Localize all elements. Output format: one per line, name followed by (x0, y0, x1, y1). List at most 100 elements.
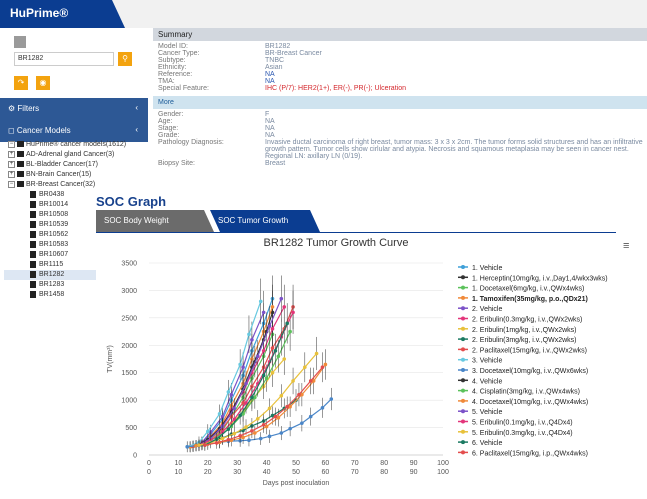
summary-row: Biopsy Site: Breast (153, 160, 647, 167)
tree-item-group[interactable]: + BL-Bladder Cancer(17) (4, 160, 148, 170)
collapse-icon[interactable]: − (8, 180, 15, 188)
data-point (279, 431, 284, 435)
legend-item[interactable]: 2. Eribulin(0.3mg/kg, i.v.,QWx2wks) (472, 317, 582, 324)
summary-row: Pathology Diagnosis: Invasive ductal carc… (153, 139, 647, 160)
tree-item-label: BR1283 (39, 281, 65, 288)
x-tick-label: 20 (204, 469, 212, 476)
sliders-icon: ⚙ (8, 104, 16, 113)
export-button[interactable]: ↷ (14, 76, 28, 90)
legend-item[interactable]: 2. Eribulin(3mg/kg, i.v.,QWx2wks) (472, 337, 577, 344)
field-value: TNBC (265, 57, 285, 64)
legend-item[interactable]: 1. Vehicle (472, 265, 502, 272)
tree-item-group[interactable]: + AD-Adrenal gland Cancer(3) (4, 150, 148, 160)
expand-icon[interactable]: + (8, 150, 15, 158)
legend-marker (461, 450, 465, 455)
legend-marker (461, 295, 465, 300)
tab-tumor-growth[interactable]: SOC Tumor Growth (210, 210, 320, 232)
legend-marker (461, 285, 465, 290)
data-point (258, 436, 263, 441)
tumor-growth-chart: BR1282 Tumor Growth Curve ≡ 0 500 1000 1500 20… (96, 233, 647, 497)
legend-marker (461, 326, 465, 331)
cancer-models-panel-toggle[interactable]: ◻ Cancer Models ‹ (0, 120, 148, 142)
field-value: NA (265, 71, 275, 78)
data-point (282, 357, 287, 361)
tree-item-group[interactable]: + BN-Brain Cancer(15) (4, 170, 148, 180)
field-label: Cancer Type: (158, 50, 200, 57)
y-tick-label: 1000 (121, 398, 137, 405)
legend-item[interactable]: 5. Eribulin(0.3mg/kg, i.v.,Q4Dx4) (472, 430, 573, 437)
x-tick-label: 80 (380, 469, 388, 476)
legend-item[interactable]: 6. Paclitaxel(15mg/kg, i.p.,QWx4wks) (472, 450, 588, 457)
tree-item-group[interactable]: − BR-Breast Cancer(32) (4, 180, 148, 190)
expand-icon[interactable]: + (8, 160, 15, 168)
legend-item[interactable]: 2. Paclitaxel(15mg/kg, i.v.,QWx2wks) (472, 347, 587, 354)
brand-logo[interactable]: HuPrime® (0, 0, 108, 28)
legend-item[interactable]: 1. Herceptin(10mg/kg, i.v.,Day1,4/wkx3wk… (472, 275, 608, 282)
legend-item[interactable]: 1. Docetaxel(6mg/kg, i.v.,QWx4wks) (472, 286, 584, 293)
data-point (261, 423, 266, 427)
data-point (226, 437, 231, 442)
reset-button[interactable]: ◉ (36, 76, 50, 90)
data-point (261, 310, 266, 315)
summary-row: TMA: NA (153, 78, 647, 85)
x-tick-label: 30 (233, 460, 241, 467)
legend-item[interactable]: 2. Vehicle (472, 306, 502, 313)
legend-item[interactable]: 4. Vehicle (472, 378, 502, 385)
summary-row: Age: NA (153, 118, 647, 125)
filters-panel-toggle[interactable]: ⚙ Filters ‹ (0, 98, 148, 120)
summary-row: Subtype: TNBC (153, 57, 647, 64)
search-button[interactable]: ⚲ (118, 52, 132, 66)
collapse-icon[interactable]: − (8, 140, 15, 148)
model-search-input[interactable]: BR1282 (14, 52, 114, 66)
data-point (217, 412, 222, 416)
data-point (270, 305, 275, 309)
file-icon (30, 200, 36, 208)
tree-item-group[interactable]: − HuPrime® cancer models(1612) (4, 140, 148, 150)
legend-item[interactable]: 4. Docetaxel(10mg/kg, i.v.,QWx4wks) (472, 399, 588, 406)
y-tick-label: 3500 (121, 261, 137, 268)
y-tick-label: 500 (125, 425, 137, 432)
legend-marker (461, 398, 465, 403)
field-label: TMA: (158, 78, 175, 85)
data-point (320, 365, 325, 370)
data-point (291, 379, 295, 383)
legend-item[interactable]: 3. Docetaxel(10mg/kg, i.v.,QWx6wks) (472, 368, 588, 375)
legend-item[interactable]: 2. Eribulin(1mg/kg, i.v.,QWx2wks) (472, 327, 577, 334)
file-icon (30, 190, 36, 198)
field-label: Biopsy Site: (158, 160, 195, 167)
more-header[interactable]: More (153, 96, 647, 109)
data-point (285, 321, 289, 326)
data-point (288, 426, 292, 431)
legend-marker (461, 357, 465, 362)
folder-icon (17, 171, 24, 178)
x-tick-label: 70 (351, 469, 359, 476)
legend-item[interactable]: 4. Cisplatin(3mg/kg, i.v.,QWx4wks) (472, 389, 580, 396)
summary-row: Model ID: BR1282 (153, 43, 647, 50)
x-axis-label: Days post inoculation (263, 480, 330, 487)
legend-marker (461, 316, 465, 321)
data-point (279, 296, 284, 301)
legend-item[interactable]: 5. Vehicle (472, 409, 502, 416)
legend-item[interactable]: 1. Tamoxifen(35mg/kg, p.o.,QDx21) (472, 296, 588, 303)
legend-item[interactable]: 6. Vehicle (472, 440, 502, 447)
y-axis-label: TV(mm³) (107, 345, 114, 373)
expand-icon[interactable]: + (8, 170, 15, 178)
legend-marker (461, 368, 465, 372)
field-label: Grade: (158, 132, 180, 139)
field-label: Age: (158, 118, 173, 125)
legend-marker (461, 347, 465, 352)
soc-graph-title: SOC Graph (96, 194, 167, 209)
data-point (308, 414, 313, 419)
data-point (273, 414, 278, 419)
folder-icon (17, 181, 24, 188)
folder-icon (17, 151, 24, 158)
tree-item-label: BR10607 (39, 251, 69, 258)
legend-item[interactable]: 5. Eribulin(0.1mg/kg, i.v.,Q4Dx4) (472, 420, 573, 427)
summary-row: Stage: NA (153, 125, 647, 132)
tree-item-label: BR10583 (39, 241, 69, 248)
legend-item[interactable]: 3. Vehicle (472, 358, 502, 365)
data-point (267, 406, 272, 411)
file-icon (30, 220, 36, 228)
tab-body-weight[interactable]: SOC Body Weight (96, 210, 214, 232)
menu-toggle-button[interactable] (14, 36, 26, 48)
